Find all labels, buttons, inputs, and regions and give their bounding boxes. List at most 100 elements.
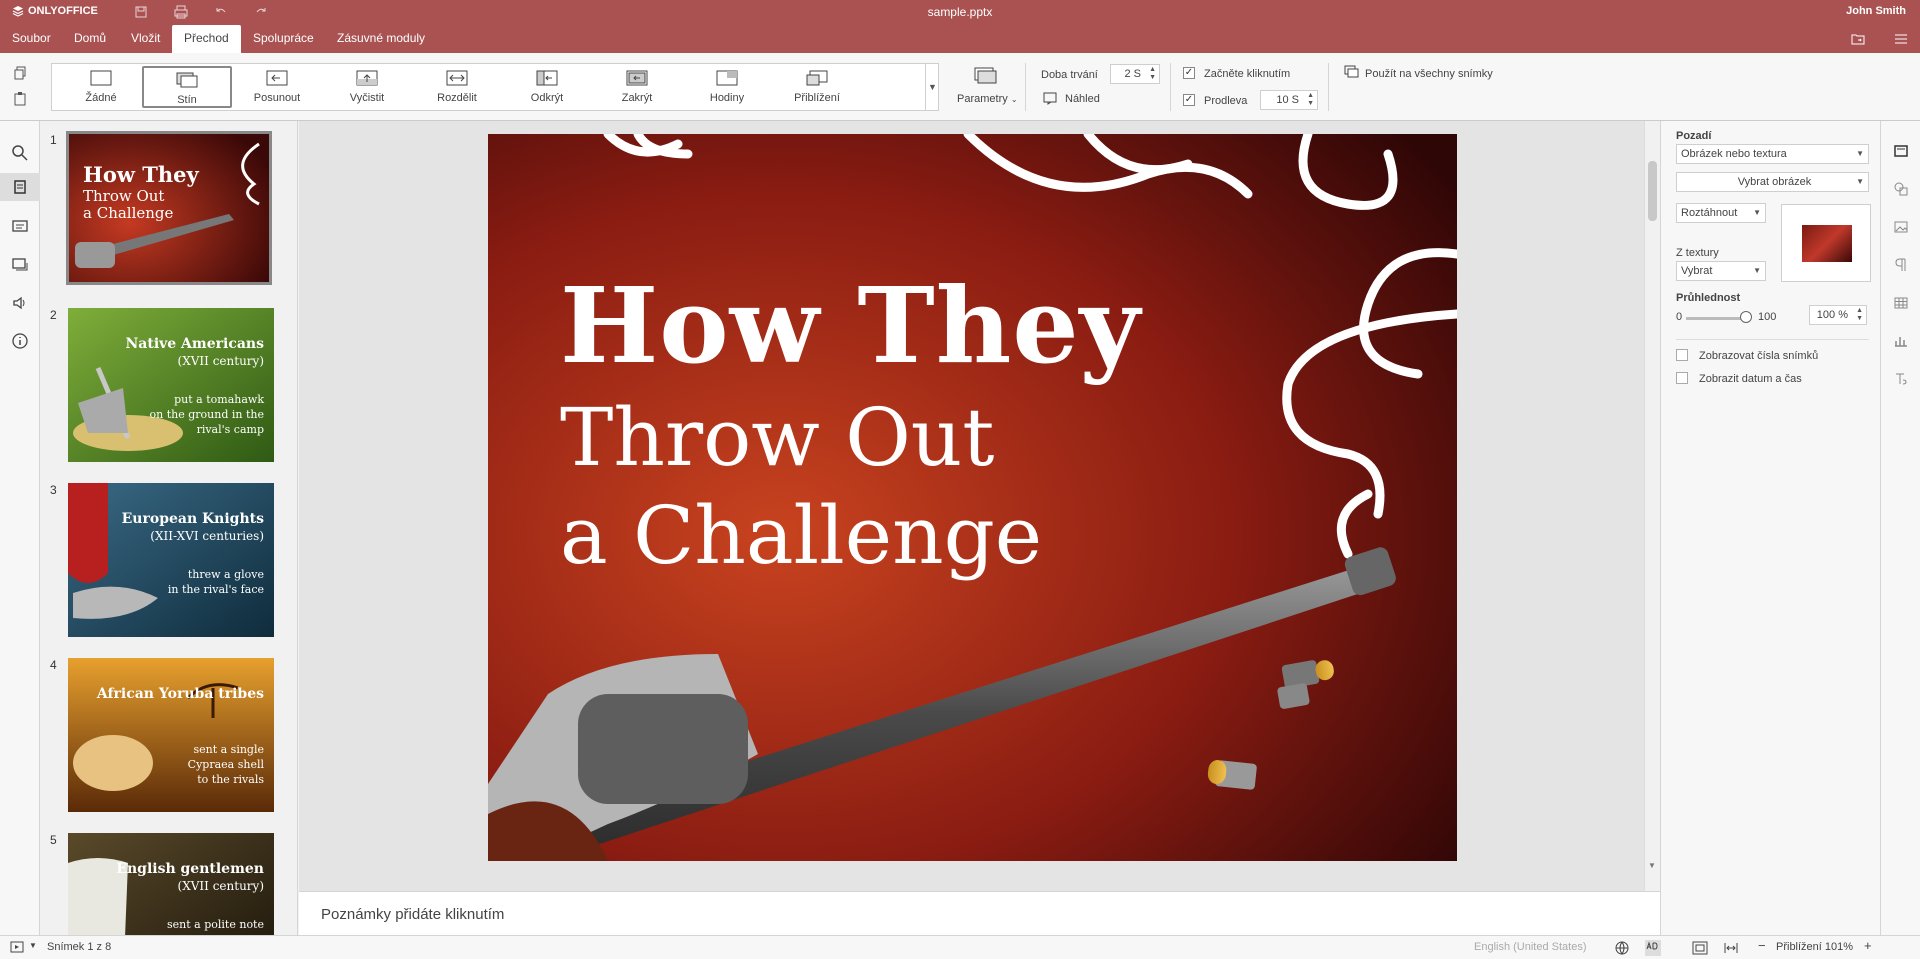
from-texture-label: Z textury [1676,247,1719,259]
opacity-max-label: 100 [1758,311,1777,323]
transition-none[interactable]: Žádné [56,66,146,108]
slide-5-title: English gentlemen [116,861,264,877]
document-title: sample.pptx [927,5,993,19]
transition-zoom[interactable]: Přiblížení [772,66,862,108]
panel-divider [1676,339,1869,340]
delay-spinner[interactable]: 10 S ▲ ▼ [1260,90,1318,110]
start-on-click-checkbox[interactable]: ✓ [1183,67,1195,79]
slide-thumbnail-2[interactable]: Native Americans (XVII century) put a to… [68,308,274,462]
hamburger-menu-icon[interactable] [1893,31,1909,47]
delay-label: Prodleva [1204,95,1248,107]
tab-collaboration[interactable]: Spolupráce [241,25,326,53]
spinner-arrows-icon[interactable]: ▲ ▼ [1149,66,1156,82]
transition-cover[interactable]: Zakrýt [592,66,682,108]
image-settings-icon[interactable] [1893,219,1909,235]
zoom-in-button[interactable]: + [1864,938,1872,953]
chevron-down-icon: ▼ [1856,149,1864,158]
open-location-icon[interactable] [1850,31,1866,47]
slide-thumbnails-panel: 1 How They Throw Out a Challenge 2 Nativ… [40,121,298,935]
preview-icon [1043,92,1057,105]
start-slideshow-icon[interactable] [10,941,26,955]
fill-type-select[interactable]: Obrázek nebo textura ▼ [1676,144,1869,164]
slide-2-title: Native Americans [125,336,264,352]
transition-split-icon [446,70,468,86]
paragraph-settings-icon[interactable] [1893,257,1909,273]
parameters-button[interactable]: Parametry ⌄ [957,93,1018,105]
transition-uncover[interactable]: Odkrýt [502,66,592,108]
stretch-select[interactable]: Roztáhnout ▼ [1676,203,1766,223]
chat-icon[interactable] [10,255,30,275]
slide-3-title: European Knights [121,511,264,527]
opacity-slider-handle[interactable] [1740,311,1752,323]
spellcheck-icon[interactable] [1645,940,1661,956]
duration-spinner[interactable]: 2 S ▲ ▼ [1110,64,1160,84]
globe-icon[interactable] [1615,941,1629,955]
tab-transitions[interactable]: Přechod [172,25,241,53]
tab-plugins[interactable]: Zásuvné moduly [325,25,437,53]
notes-placeholder[interactable]: Poznámky přidáte kliknutím [321,906,504,923]
transition-wipe[interactable]: Vyčistit [322,66,412,108]
chevron-down-icon: ▼ [1856,177,1864,186]
notes-panel[interactable]: Poznámky přidáte kliknutím [299,891,1660,935]
slides-icon [14,180,26,194]
current-slide[interactable]: How They Throw Out a Challenge [488,134,1457,861]
opacity-slider-track[interactable] [1686,317,1746,320]
slides-panel-button[interactable] [0,173,40,201]
tab-home[interactable]: Domů [62,25,118,53]
menu-bar: Soubor Domů Vložit Přechod Spolupráce Zá… [0,25,1920,53]
transition-split[interactable]: Rozdělit [412,66,502,108]
slide-title[interactable]: How They [560,264,1141,387]
slide-3-preview-image [68,483,274,637]
spinner-arrows-icon[interactable]: ▲ ▼ [1307,92,1314,108]
canvas-scrollbar[interactable]: ▼ [1644,121,1660,891]
chart-settings-icon[interactable] [1893,333,1909,349]
tab-insert[interactable]: Vložit [119,25,172,53]
slide-3-body: threw a glove in the rival's face [167,568,264,596]
spinner-arrows-icon[interactable]: ▲ ▼ [1856,307,1863,323]
show-slide-numbers-checkbox[interactable] [1676,349,1688,361]
delay-checkbox[interactable]: ✓ [1183,94,1195,106]
language-select[interactable]: English (United States) [1474,941,1587,953]
slide-thumbnail-3[interactable]: European Knights (XII-XVI centuries) thr… [68,483,274,637]
fit-width-icon[interactable] [1723,941,1739,955]
scroll-down-icon[interactable]: ▼ [1648,861,1656,870]
opacity-spinner[interactable]: 100 % ▲ ▼ [1809,305,1867,325]
chevron-down-icon[interactable]: ▼ [29,941,37,950]
text-art-settings-icon[interactable] [1893,371,1909,387]
texture-select-value: Vybrat [1681,265,1713,277]
parameters-icon [974,67,997,84]
slide-4-body: sent a single Cypraea shell to the rival… [187,743,264,786]
slide-counter: Snímek 1 z 8 [47,941,112,953]
slide-settings-icon[interactable] [1893,143,1909,159]
zoom-out-button[interactable]: − [1758,938,1766,953]
comments-icon[interactable] [10,217,30,237]
gallery-expand-button[interactable]: ▼ [925,63,939,111]
slide-subtitle[interactable]: Throw Out a Challenge [560,389,1042,585]
select-picture-button[interactable]: Vybrat obrázek ▼ [1676,172,1869,192]
table-settings-icon[interactable] [1893,295,1909,311]
duration-label: Doba trvání [1041,69,1098,81]
slide-number: 5 [50,833,57,847]
copy-icon[interactable] [12,65,28,81]
slide-thumbnail-5[interactable]: English gentlemen (XVII century) sent a … [68,833,274,935]
shape-settings-icon[interactable] [1893,181,1909,197]
audio-icon[interactable] [10,293,30,313]
transition-gallery: Žádné Stín Posunout Vyčistit Rozdělit Od… [51,63,939,111]
user-name[interactable]: John Smith [1846,5,1906,17]
apply-to-all-button[interactable]: Použít na všechny snímky [1365,68,1493,80]
toolbar-divider [1328,63,1329,111]
scrollbar-thumb[interactable] [1648,161,1657,221]
transition-fade[interactable]: Stín [142,66,232,108]
slide-thumbnail-1[interactable]: How They Throw Out a Challenge [66,131,272,285]
tab-file[interactable]: Soubor [0,25,63,53]
paste-icon[interactable] [12,91,28,107]
search-icon[interactable] [10,143,30,163]
slide-thumbnail-4[interactable]: African Yoruba tribes sent a single Cypr… [68,658,274,812]
texture-select[interactable]: Vybrat ▼ [1676,261,1766,281]
transition-push[interactable]: Posunout [232,66,322,108]
fit-slide-icon[interactable] [1692,941,1708,955]
preview-button[interactable]: Náhled [1065,93,1100,105]
show-date-time-checkbox[interactable] [1676,372,1688,384]
transition-clock[interactable]: Hodiny [682,66,772,108]
info-icon[interactable] [10,331,30,351]
